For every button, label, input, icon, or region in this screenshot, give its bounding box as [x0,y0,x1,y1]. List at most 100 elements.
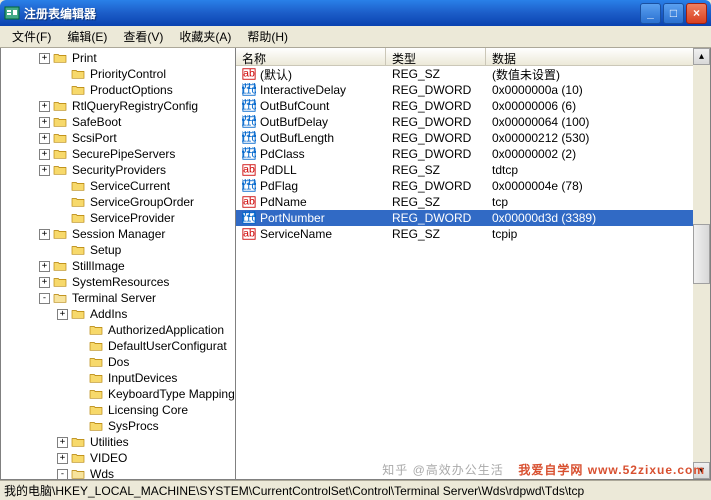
tree-pane[interactable]: +PrintPriorityControlProductOptions + RtlQ… [1,48,236,479]
menu-help[interactable]: 帮助(H) [239,26,296,47]
collapse-icon[interactable]: - [57,469,68,480]
list-body[interactable]: ab(默认)REG_SZ(数值未设置)011110InteractiveDela… [236,66,710,479]
expand-icon[interactable]: + [39,133,50,144]
tree-item[interactable]: ServiceGroupOrder [3,194,235,210]
cell-name: 011110OutBufDelay [236,115,386,129]
dword-value-icon: 011110 [242,115,256,129]
tree-item-label: AuthorizedApplication [106,322,226,338]
cell-data: tcpip [486,227,710,241]
column-header-type[interactable]: 类型 [386,48,486,65]
list-row[interactable]: ab(默认)REG_SZ(数值未设置) [236,66,710,82]
column-header-data[interactable]: 数据 [486,48,710,65]
close-button[interactable]: × [686,3,707,24]
scroll-thumb[interactable] [693,224,710,284]
tree-item[interactable]: + ScsiPort [3,130,235,146]
folder-icon [53,52,67,64]
expand-icon[interactable]: + [57,309,68,320]
expand-icon[interactable]: + [57,453,68,464]
list-vertical-scrollbar[interactable]: ▴ ▾ [693,48,710,479]
collapse-icon[interactable]: - [39,293,50,304]
tree-item[interactable]: Licensing Core [3,402,235,418]
folder-icon [53,100,67,112]
tree-item[interactable]: +Session Manager [3,226,235,242]
cell-name: 011110PdFlag [236,179,386,193]
tree-item-label: SecurityProviders [70,162,168,178]
cell-type: REG_DWORD [386,179,486,193]
menu-edit[interactable]: 编辑(E) [59,26,115,47]
list-row[interactable]: 011110OutBufLengthREG_DWORD0x00000212 (5… [236,130,710,146]
tree-item[interactable]: -Wds [3,466,235,479]
minimize-button[interactable]: _ [640,3,661,24]
expand-icon[interactable]: + [39,277,50,288]
tree-item[interactable]: - Terminal Server [3,290,235,306]
list-row[interactable]: abPdNameREG_SZtcp [236,194,710,210]
tree-item-label: RtlQueryRegistryConfig [70,98,200,114]
tree-item[interactable]: ServiceProvider [3,210,235,226]
cell-type: REG_DWORD [386,211,486,225]
cell-data: 0x00000064 (100) [486,115,710,129]
scroll-up-icon[interactable]: ▴ [693,48,710,65]
cell-data: 0x00000002 (2) [486,147,710,161]
expand-icon[interactable]: + [39,53,50,64]
list-row[interactable]: 011110PdClassREG_DWORD0x00000002 (2) [236,146,710,162]
tree-item[interactable]: +Utilities [3,434,235,450]
scroll-down-icon[interactable]: ▾ [693,462,710,479]
folder-icon [71,68,85,80]
list-row[interactable]: 011110OutBufDelayREG_DWORD0x00000064 (10… [236,114,710,130]
menu-favorites[interactable]: 收藏夹(A) [171,26,239,47]
list-row[interactable]: 011110InteractiveDelayREG_DWORD0x0000000… [236,82,710,98]
tree-item[interactable]: + RtlQueryRegistryConfig [3,98,235,114]
cell-data: 0x00000212 (530) [486,131,710,145]
cell-type: REG_SZ [386,195,486,209]
tree-item[interactable]: +SafeBoot [3,114,235,130]
expand-icon[interactable]: + [39,101,50,112]
dword-value-icon: 011110 [242,211,256,225]
list-row[interactable]: abServiceNameREG_SZtcpip [236,226,710,242]
tree-item[interactable]: +Print [3,50,235,66]
cell-type: REG_DWORD [386,83,486,97]
tree-item-label: Terminal Server [70,290,158,306]
list-row[interactable]: 011110OutBufCountREG_DWORD0x00000006 (6) [236,98,710,114]
tree-item[interactable]: +SecurePipeServers [3,146,235,162]
svg-text:110: 110 [242,181,256,193]
maximize-button[interactable]: □ [663,3,684,24]
column-header-name[interactable]: 名称 [236,48,386,65]
tree-item[interactable]: DefaultUserConfigurat [3,338,235,354]
list-row[interactable]: 011110PdFlagREG_DWORD0x0000004e (78) [236,178,710,194]
list-row[interactable]: 011110PortNumberREG_DWORD0x00000d3d (338… [236,210,710,226]
menu-file[interactable]: 文件(F) [4,26,59,47]
tree-item[interactable]: Dos [3,354,235,370]
tree-item[interactable]: + AddIns [3,306,235,322]
folder-icon [53,228,67,240]
tree-item-label: StillImage [70,258,127,274]
tree-item[interactable]: +SystemResources [3,274,235,290]
expand-icon[interactable]: + [39,165,50,176]
expand-icon[interactable]: + [39,229,50,240]
tree-item[interactable]: + SecurityProviders [3,162,235,178]
expand-icon[interactable]: + [39,261,50,272]
tree-item[interactable]: ProductOptions [3,82,235,98]
cell-name: abServiceName [236,227,386,241]
tree-item[interactable]: InputDevices [3,370,235,386]
tree-item[interactable]: + StillImage [3,258,235,274]
menu-view[interactable]: 查看(V) [115,26,171,47]
tree-item-label: ScsiPort [70,130,119,146]
tree-item[interactable]: Setup [3,242,235,258]
window-title: 注册表编辑器 [24,5,96,22]
expand-icon[interactable]: + [39,117,50,128]
tree-item[interactable]: KeyboardType Mapping [3,386,235,402]
tree-item-label: AddIns [88,306,129,322]
tree-item[interactable]: ServiceCurrent [3,178,235,194]
tree-item[interactable]: SysProcs [3,418,235,434]
cell-data: 0x0000004e (78) [486,179,710,193]
expand-icon[interactable]: + [57,437,68,448]
tree-item-label: PriorityControl [88,66,168,82]
list-row[interactable]: abPdDLLREG_SZtdtcp [236,162,710,178]
tree-item-label: ServiceGroupOrder [88,194,196,210]
tree-item[interactable]: PriorityControl [3,66,235,82]
title-bar: 注册表编辑器 _ □ × [0,0,711,26]
tree-item[interactable]: +VIDEO [3,450,235,466]
tree-item[interactable]: AuthorizedApplication [3,322,235,338]
expand-icon[interactable]: + [39,149,50,160]
tree-item-label: Setup [88,242,123,258]
